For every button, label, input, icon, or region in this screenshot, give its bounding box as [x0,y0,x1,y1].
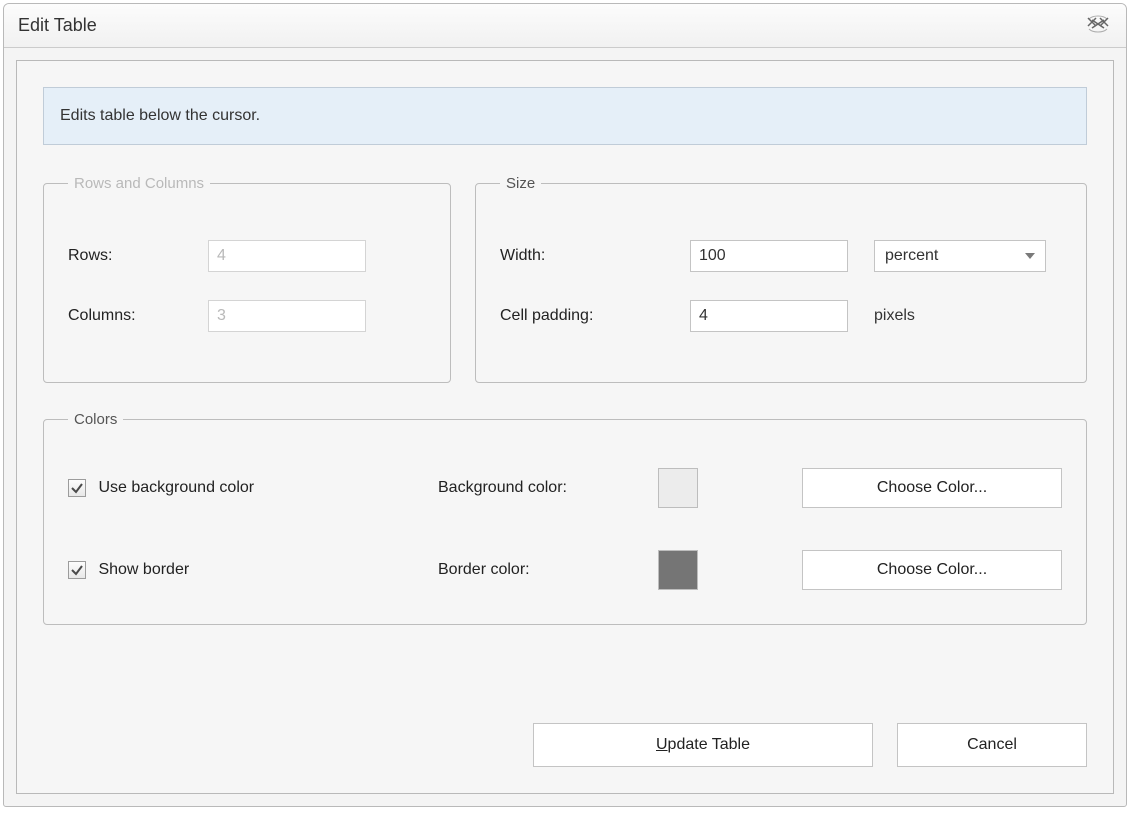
show-border-label: Show border [98,561,189,578]
group-size-legend: Size [500,175,541,192]
width-label: Width: [500,247,690,265]
update-table-button[interactable]: Update Table [533,723,873,767]
dialog-window: Edit Table Edits table below the cursor.… [3,3,1127,807]
hint-text: Edits table below the cursor. [60,107,260,125]
use-bg-checkbox-row[interactable]: Use background color [68,479,438,497]
border-color-label: Border color: [438,561,658,579]
group-rows-columns-legend: Rows and Columns [68,175,210,192]
cell-padding-label: Cell padding: [500,307,690,325]
hint-banner: Edits table below the cursor. [43,87,1087,145]
close-icon[interactable] [1084,14,1112,34]
dialog-content: Edits table below the cursor. Rows and C… [16,60,1114,794]
group-rows-columns: Rows and Columns Rows: Columns: [43,175,451,383]
group-size: Size Width: percent Cell padding: pixels [475,175,1087,383]
show-border-checkbox-row[interactable]: Show border [68,561,438,579]
group-colors-legend: Colors [68,411,123,428]
width-unit-selected: percent [885,247,938,265]
width-input[interactable] [690,240,848,272]
width-unit-dropdown[interactable]: percent [874,240,1046,272]
background-color-label: Background color: [438,479,658,497]
group-colors: Colors Use background color Background c… [43,411,1087,625]
cell-padding-input[interactable] [690,300,848,332]
choose-border-color-button[interactable]: Choose Color... [802,550,1062,590]
background-color-swatch [658,468,698,508]
rows-input [208,240,366,272]
checkmark-icon [70,481,84,495]
use-bg-label: Use background color [98,479,254,496]
columns-input [208,300,366,332]
border-color-swatch [658,550,698,590]
titlebar: Edit Table [4,4,1126,48]
cell-padding-unit: pixels [874,307,915,325]
show-border-checkbox[interactable] [68,561,86,579]
checkmark-icon [70,563,84,577]
use-bg-checkbox[interactable] [68,479,86,497]
choose-bg-color-button[interactable]: Choose Color... [802,468,1062,508]
rows-label: Rows: [68,247,208,265]
update-table-label-rest: pdate Table [668,736,750,754]
dialog-footer: Update Table Cancel [533,723,1087,767]
chevron-down-icon [1025,253,1035,259]
columns-label: Columns: [68,307,208,325]
cancel-button[interactable]: Cancel [897,723,1087,767]
dialog-title: Edit Table [18,15,97,36]
